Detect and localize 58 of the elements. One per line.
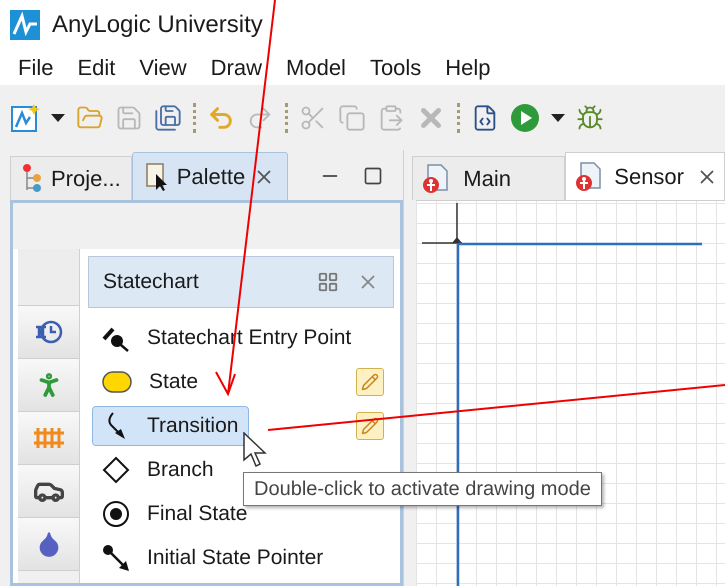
pencil-icon [361, 417, 380, 435]
palette-item[interactable]: Initial State Pointer [92, 538, 334, 578]
open-folder-icon[interactable] [76, 104, 104, 132]
section-title: Statechart [103, 269, 200, 296]
palette-cursor-icon [144, 162, 169, 192]
final-state-icon [101, 499, 131, 529]
view-tab[interactable]: Palette [132, 152, 288, 200]
dropdown-caret-icon[interactable] [51, 114, 65, 122]
initial-pointer-icon [101, 543, 131, 573]
agent-document-icon [574, 162, 602, 192]
debug-icon[interactable] [576, 104, 604, 132]
menu-item[interactable]: View [139, 56, 187, 78]
save-all-icon[interactable] [154, 104, 182, 132]
app-logo-icon [10, 10, 40, 40]
window-title: AnyLogic University [52, 10, 263, 40]
new-model-icon[interactable] [10, 102, 40, 132]
agent-document-icon [421, 164, 450, 194]
tab-label: Main [463, 165, 511, 193]
menu-item[interactable]: Help [445, 56, 491, 78]
run-icon[interactable] [510, 102, 540, 132]
history-icon [34, 319, 64, 345]
category-tab[interactable] [18, 465, 79, 518]
mouse-cursor-icon [243, 432, 267, 468]
maximize-icon[interactable] [363, 166, 384, 186]
toolbar-separator [457, 102, 460, 132]
menu-item[interactable]: Edit [77, 56, 116, 78]
category-tab[interactable] [18, 518, 79, 571]
branch-diamond-icon [101, 455, 131, 485]
view-tab[interactable]: Proje... [10, 156, 132, 200]
item-label: Transition [147, 413, 238, 440]
category-tab[interactable] [18, 306, 79, 359]
toolbar-separator [285, 102, 288, 132]
dropdown-caret-icon[interactable] [551, 114, 565, 122]
menu-item[interactable]: Tools [370, 56, 422, 78]
grid-view-icon[interactable] [317, 271, 340, 293]
palette-item[interactable]: Transition [92, 406, 250, 446]
tab-label: Sensor [614, 163, 684, 191]
palette-section-header[interactable]: Statechart [88, 256, 394, 308]
palette-item[interactable]: Branch [92, 450, 225, 490]
rail-track-icon [32, 425, 64, 451]
project-tree-icon [21, 164, 43, 194]
toolbar-separator [193, 102, 196, 132]
item-label: Branch [147, 457, 214, 484]
edit-button[interactable] [356, 368, 384, 396]
state-icon [101, 369, 133, 395]
tab-label: Proje... [51, 165, 121, 193]
menu-item[interactable]: Draw [210, 56, 262, 78]
item-label: Initial State Pointer [147, 545, 324, 572]
menu-item[interactable]: Model [286, 56, 346, 78]
item-label: State [149, 369, 198, 396]
editor-tab[interactable]: Main [412, 156, 566, 200]
palette-item[interactable]: State [92, 362, 210, 402]
pencil-icon [361, 373, 380, 391]
tooltip: Double-click to activate drawing mode [243, 472, 602, 506]
editor-tab[interactable]: Sensor [565, 152, 725, 200]
menu-item[interactable]: File [18, 56, 54, 78]
edit-button[interactable] [356, 412, 384, 440]
tab-label: Palette [176, 163, 246, 191]
